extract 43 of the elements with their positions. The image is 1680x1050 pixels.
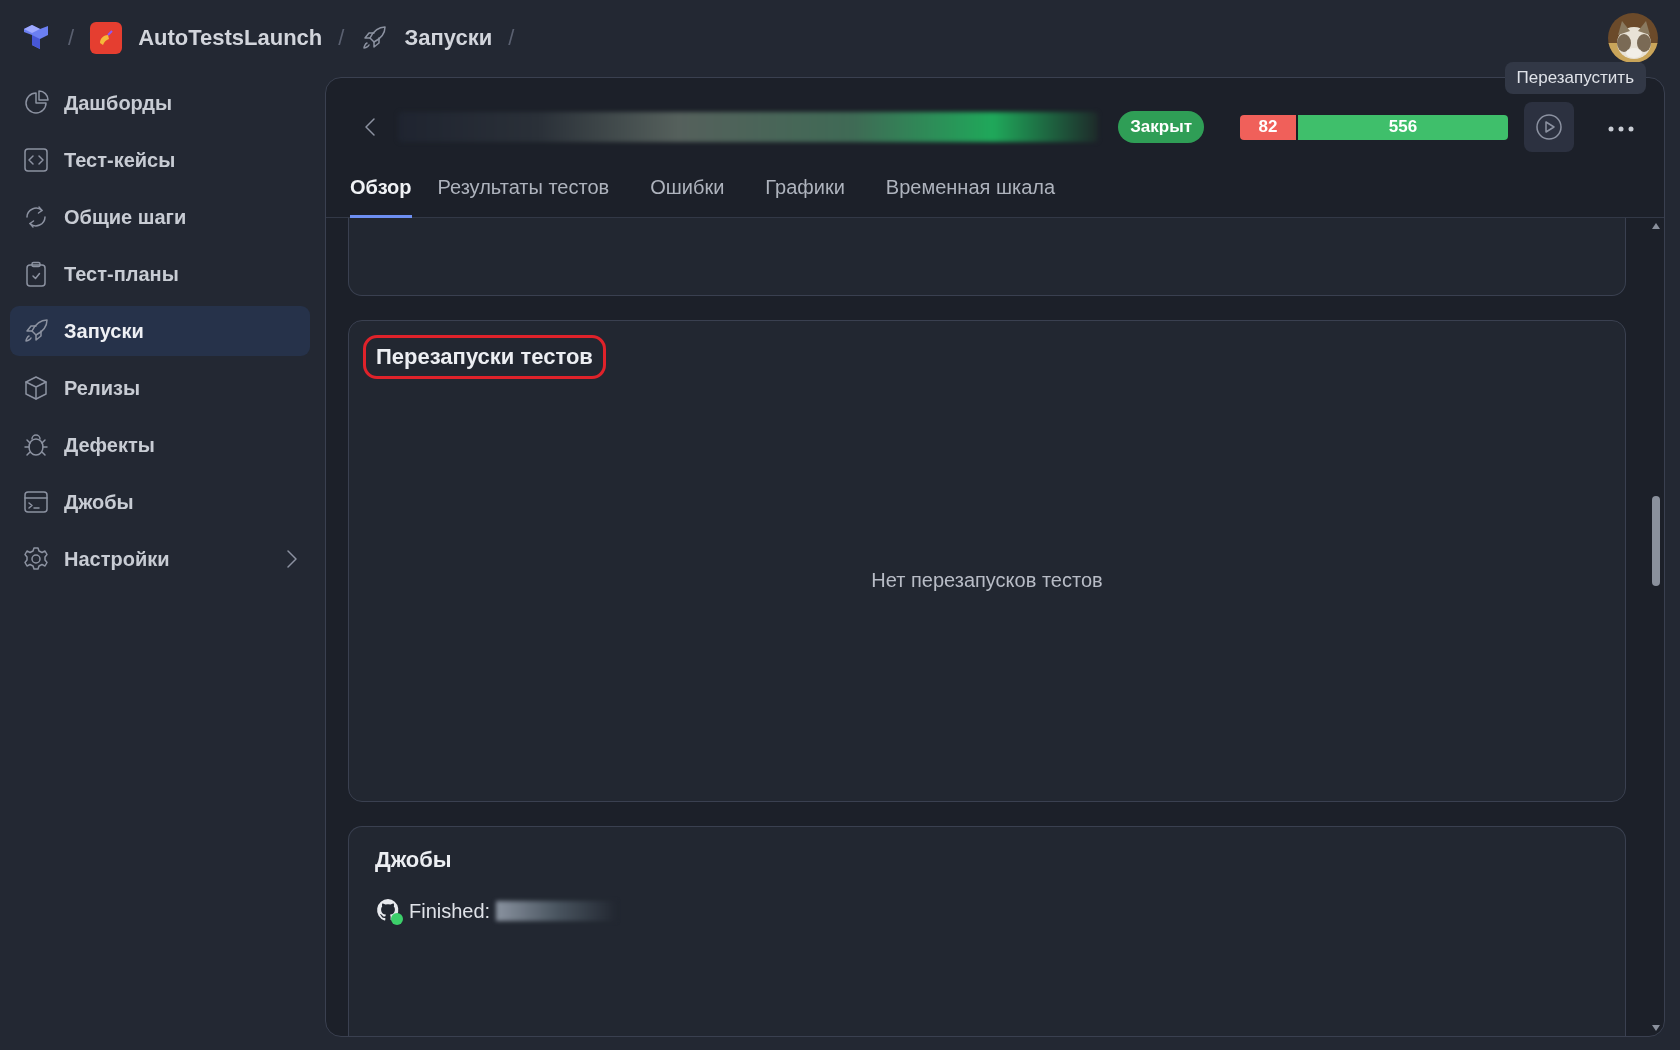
sidebar-item[interactable]: Джобы xyxy=(10,477,310,527)
chevron-left-icon xyxy=(363,116,377,138)
rocket-icon xyxy=(360,24,389,52)
empty-message: Нет перезапусков тестов xyxy=(871,568,1103,592)
sidebar-item[interactable]: Дефекты xyxy=(10,420,310,470)
breadcrumb-separator: / xyxy=(508,25,515,51)
tab[interactable]: Результаты тестов xyxy=(437,176,630,218)
section-title: Джобы xyxy=(375,847,453,873)
rocket-icon xyxy=(22,317,50,345)
sidebar-item[interactable]: Дашборды xyxy=(10,78,310,128)
sidebar-item[interactable]: Настройки xyxy=(10,534,310,584)
scrollbar-thumb[interactable] xyxy=(1652,496,1660,586)
terminal-icon xyxy=(22,488,50,516)
sidebar-item[interactable]: Релизы xyxy=(10,363,310,413)
tooltip: Перезапустить xyxy=(1504,62,1646,94)
sidebar-item[interactable]: Запуски xyxy=(10,306,310,356)
sidebar-item[interactable]: Общие шаги xyxy=(10,192,310,242)
bug-icon xyxy=(22,431,50,459)
breadcrumb-link[interactable]: Запуски xyxy=(404,25,493,51)
tab[interactable]: Временная шкала xyxy=(885,176,1076,218)
tab[interactable]: Ошибки xyxy=(650,176,745,218)
project-icon[interactable] xyxy=(90,22,123,54)
project-link[interactable]: AutoTestsLaunch xyxy=(138,25,323,51)
settings-icon xyxy=(22,545,50,573)
box-icon xyxy=(22,374,50,402)
code-icon xyxy=(22,146,50,174)
pie-chart-icon xyxy=(22,89,50,117)
more-icon xyxy=(1608,125,1634,132)
result-segment: 82 xyxy=(1240,114,1296,140)
result-segment: 556 xyxy=(1297,114,1508,140)
job-status: Finished: xyxy=(409,899,491,923)
breadcrumb-separator: / xyxy=(68,25,75,51)
section-title: Перезапуски тестов xyxy=(363,335,606,379)
status-badge: Закрыт xyxy=(1118,111,1204,143)
arrow-down-icon[interactable] xyxy=(1651,1024,1661,1032)
rerun-button[interactable] xyxy=(1524,102,1574,152)
play-icon xyxy=(1535,113,1563,141)
tab[interactable]: Графики xyxy=(765,176,865,218)
user-avatar[interactable] xyxy=(1608,13,1658,63)
arrow-up-icon[interactable] xyxy=(1651,222,1661,230)
breadcrumb-separator: / xyxy=(338,25,345,51)
sidebar-item[interactable]: Тест-кейсы xyxy=(10,135,310,185)
sidebar-item[interactable]: Тест-планы xyxy=(10,249,310,299)
